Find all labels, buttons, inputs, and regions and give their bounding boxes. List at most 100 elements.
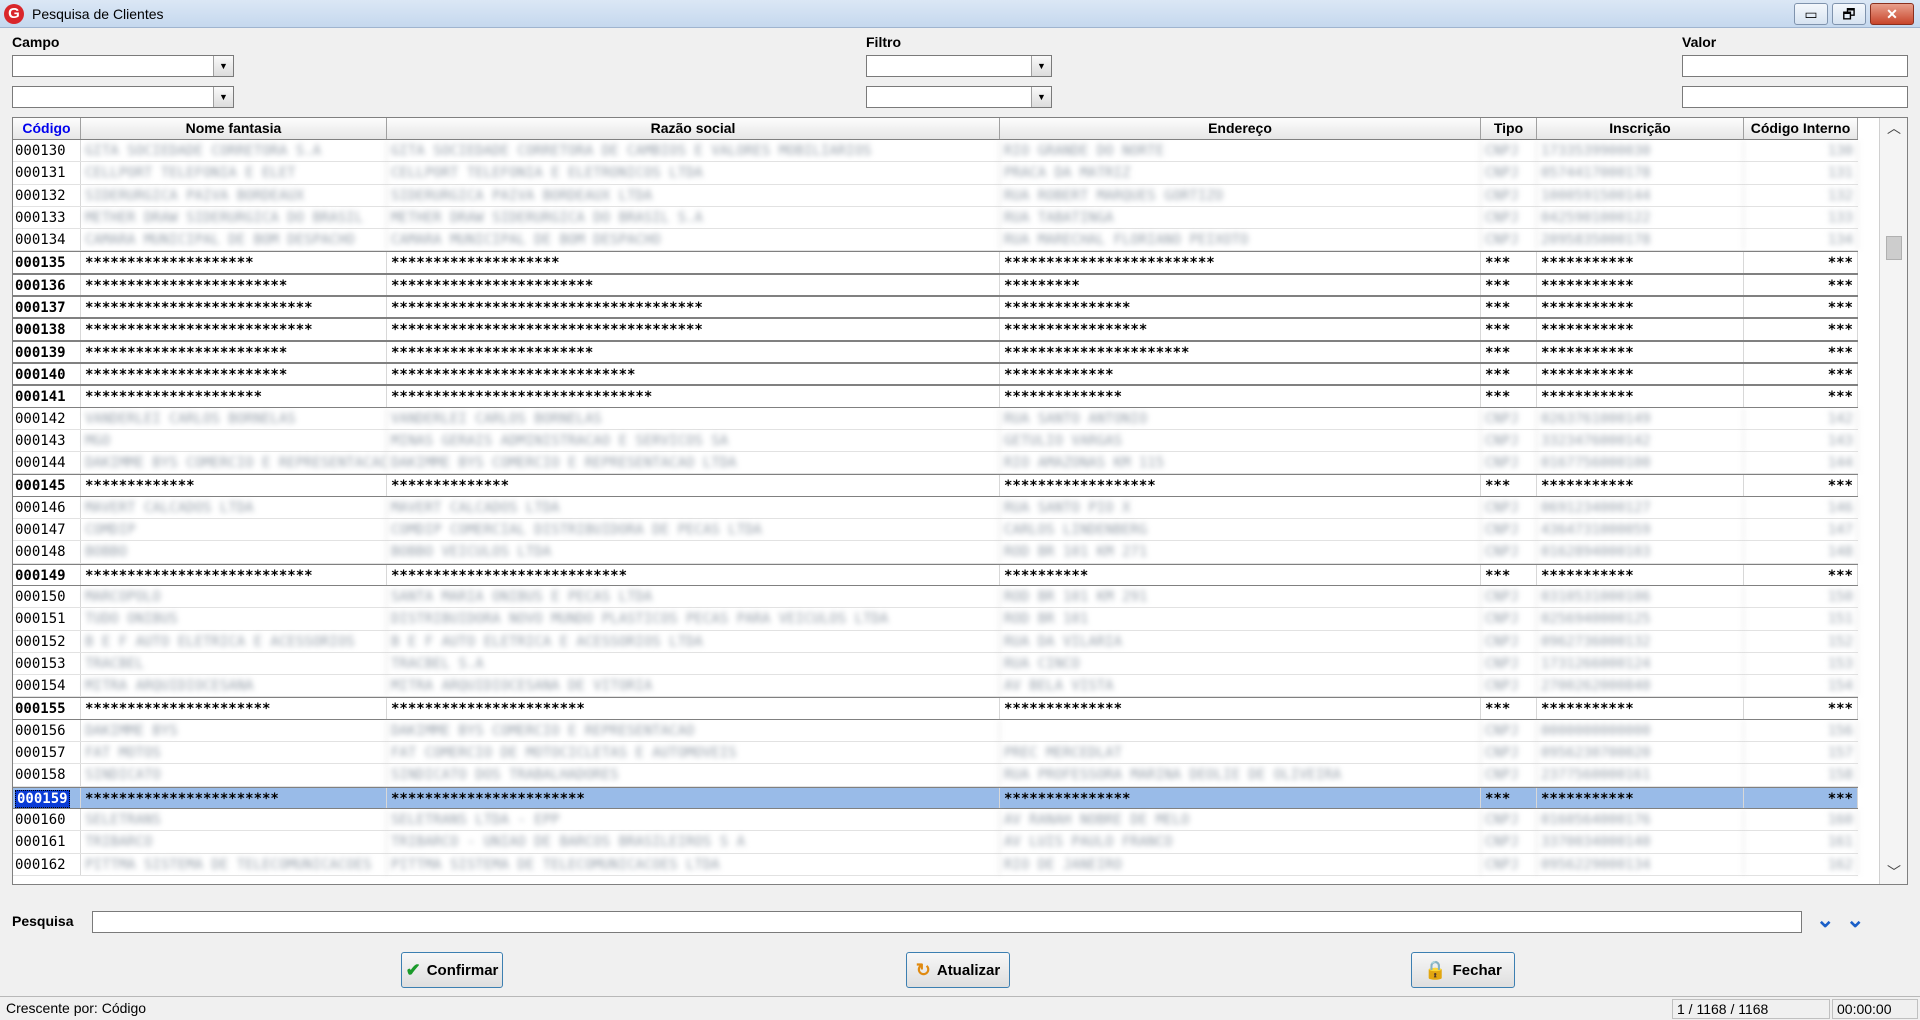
scroll-up-icon[interactable]: ︿ [1880, 118, 1907, 140]
chevron-double-down-icon[interactable]: ⌄ [1816, 909, 1834, 931]
chevron-down-icon[interactable]: ▼ [1031, 56, 1051, 76]
cell-text: *************************** [85, 567, 313, 584]
cell-text: TRIBARCO - UNIAO DE BARCOS BRASILEIROS S… [391, 834, 746, 851]
table-row[interactable]: 000140 ************************ **********… [13, 362, 1858, 386]
col-nome-fantasia[interactable]: Nome fantasia [81, 118, 387, 139]
valor-input-2[interactable] [1682, 86, 1908, 108]
confirm-button[interactable]: ✔ Confirmar [401, 952, 503, 988]
cell-text: 000162 [15, 856, 66, 873]
table-row[interactable]: 000152 B E F AUTO ELETRICA E ACESSORIOS B … [13, 630, 1858, 653]
scroll-thumb[interactable] [1886, 236, 1902, 260]
col-codigo-interno[interactable]: Código Interno [1744, 118, 1858, 139]
table-row[interactable]: 000150 MARCOPOLO SANTA MARIA ONIBUS E PECA… [13, 585, 1858, 609]
cell-text: 148 [1827, 544, 1853, 561]
restore-button[interactable]: 🗗 [1832, 3, 1866, 25]
table-row[interactable]: 000146 MAVERT CALCADOS LTDA MAVERT CALCADO… [13, 496, 1858, 520]
scroll-down-icon[interactable]: ﹀ [1880, 862, 1907, 884]
table-row[interactable]: 000137 *************************** *******… [13, 296, 1858, 319]
chevron-down-icon[interactable]: ▼ [1031, 87, 1051, 107]
cell-inscricao: 1731266000124 [1537, 652, 1744, 675]
cell-text: *** [1485, 478, 1511, 495]
minimize-button[interactable]: ▭ [1794, 3, 1828, 25]
cell-text: 000133 [15, 209, 66, 226]
col-razao-social[interactable]: Razão social [387, 118, 1000, 139]
filtro-select-2[interactable]: ▼ [866, 86, 1052, 108]
cell-text: 000141 [15, 389, 66, 406]
cell-text: 000135 [15, 255, 66, 272]
cell-nome: ******************** [81, 252, 387, 273]
cell-interno: 147 [1744, 519, 1858, 541]
cell-tipo: CNPJ [1481, 407, 1537, 429]
refresh-button[interactable]: ↻ Atualizar [906, 952, 1010, 988]
cell-tipo: CNPJ [1481, 206, 1537, 229]
cell-razao: GITA SOCIEDADE CORRETORA DE CAMBIOS E VA… [387, 140, 1000, 162]
table-row[interactable]: 000139 ************************ **********… [13, 340, 1858, 363]
close-window-button[interactable]: ✕ [1870, 3, 1914, 25]
cell-endereco: RIO GRANDE DO NORTE [1000, 140, 1481, 162]
clients-grid[interactable]: Código Nome fantasia Razão social Endere… [12, 117, 1908, 885]
col-inscricao[interactable]: Inscrição [1537, 118, 1744, 139]
table-row[interactable]: 000148 BOBBO BOBBO VEICULOS LTDA ROD BR 101… [13, 541, 1858, 564]
table-row[interactable]: 000156 DAKIMME BYS DAKIMME BYS COMERCIO E … [13, 719, 1858, 743]
table-row[interactable]: 000157 FAT MOTOS FAT COMERCIO DE MOTOCICLE… [13, 742, 1858, 765]
cell-codigo: 000143 [13, 429, 81, 452]
cell-codigo: 000138 [13, 319, 81, 340]
cell-inscricao: 0263761000149 [1537, 407, 1744, 429]
cell-text: TRACBEL [85, 655, 145, 672]
table-row[interactable]: 000138 *************************** *******… [13, 318, 1858, 341]
search-input[interactable] [92, 911, 1802, 933]
table-row[interactable]: 000142 VANDERLEI CARLOS BORNELAS VANDERLEI… [13, 407, 1858, 430]
cell-text: 000148 [15, 544, 66, 561]
vertical-scrollbar[interactable]: ︿ ﹀ [1879, 118, 1907, 884]
cell-inscricao: *********** [1537, 274, 1744, 296]
table-row[interactable]: 000143 MGO MINAS GERAIS ADMINISTRACAO E SE… [13, 429, 1858, 453]
cell-nome: CELLPORT TELEFONIA E ELET [81, 162, 387, 184]
cell-text: ******************** [85, 255, 254, 272]
cell-codigo: 000145 [13, 475, 81, 496]
table-row[interactable]: 000134 CAMARA MUNICIPAL DE BOM DESPACHO CA… [13, 229, 1858, 252]
table-row[interactable]: 000162 PITTMA SISTEMA DE TELECOMUNICACOES… [13, 853, 1858, 876]
cell-endereco: ************** [1000, 698, 1481, 719]
table-row[interactable]: 000151 TUDO ONIBUS DISTRIBUIDORA NOVO MUND… [13, 608, 1858, 631]
table-row[interactable]: 000154 MITRA ARQUIDIOCESANA MITRA ARQUIDIO… [13, 675, 1858, 698]
chevron-down-icon[interactable]: ▼ [213, 87, 233, 107]
table-row[interactable]: 000141 ********************* *************… [13, 385, 1858, 408]
campo-select-2[interactable]: ▼ [12, 86, 234, 108]
cell-text: MITRA ARQUIDIOCESANA [85, 678, 254, 695]
table-row[interactable]: 000133 METHER DRAW SIDERURGICA DO BRASIL M… [13, 206, 1858, 230]
table-row[interactable]: 000132 SIDERURGICA PAIVA BORDEAUX SIDERURG… [13, 184, 1858, 207]
col-tipo[interactable]: Tipo [1481, 118, 1537, 139]
table-row[interactable]: 000149 *************************** *******… [13, 563, 1858, 586]
table-row[interactable]: 000159 *********************** ***********… [13, 786, 1858, 809]
cell-nome: ************************ [81, 341, 387, 362]
table-row[interactable]: 000160 SELETRANS SELETRANS LTDA - EPP AV RA… [13, 808, 1858, 832]
table-row[interactable]: 000131 CELLPORT TELEFONIA E ELET CELLPORT … [13, 162, 1858, 185]
table-row[interactable]: 000136 ************************ **********… [13, 273, 1858, 297]
table-row[interactable]: 000158 SINDICATO SINDICATO DOS TRABALHADOR… [13, 764, 1858, 787]
cell-nome: ********************* [81, 386, 387, 407]
col-endereco[interactable]: Endereço [1000, 118, 1481, 139]
table-row[interactable]: 000145 ************* ************** *******… [13, 474, 1858, 497]
col-codigo[interactable]: Código [13, 118, 81, 139]
table-row[interactable]: 000153 TRACBEL TRACBEL S.A RUA CINCO CNPJ 173… [13, 652, 1858, 676]
table-row[interactable]: 000144 DAKIMME BYS COMERCIO E REPRESENTAC… [13, 452, 1858, 475]
campo-select-1[interactable]: ▼ [12, 55, 234, 77]
close-button[interactable]: 🔒 Fechar [1411, 952, 1515, 988]
cell-endereco: *************** [1000, 297, 1481, 318]
cell-codigo: 000131 [13, 162, 81, 184]
cell-text: 133 [1827, 209, 1853, 226]
chevron-bar-down-icon[interactable]: ⌄ [1846, 909, 1864, 931]
filtro-select-1[interactable]: ▼ [866, 55, 1052, 77]
table-row[interactable]: 000155 ********************** ************… [13, 697, 1858, 720]
valor-input-1[interactable] [1682, 55, 1908, 77]
chevron-down-icon[interactable]: ▼ [213, 56, 233, 76]
cell-tipo: *** [1481, 787, 1537, 808]
cell-text: CNPJ [1485, 522, 1519, 539]
table-row[interactable]: 000135 ******************** **************… [13, 251, 1858, 274]
cell-text: CNPJ [1485, 143, 1519, 159]
table-row[interactable]: 000161 TRIBARCO TRIBARCO - UNIAO DE BARCOS… [13, 831, 1858, 854]
cell-text: FAT COMERCIO DE MOTOCICLETAS E AUTOMOVEI… [391, 745, 737, 762]
cell-inscricao: 2377560000161 [1537, 764, 1744, 786]
table-row[interactable]: 000147 COMDIP COMDIP COMERCIAL DISTRIBUIDO… [13, 519, 1858, 542]
table-row[interactable]: 000130 GITA SOCIEDADE CORRETORA S.A GITA S… [13, 140, 1858, 163]
